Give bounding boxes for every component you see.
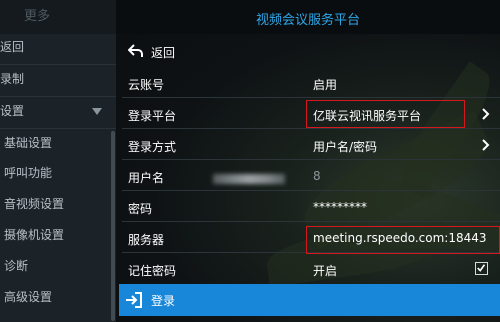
row-value: 8: [313, 169, 321, 183]
row-label: 登录方式: [128, 140, 177, 154]
row-value: 用户名/密码: [313, 140, 378, 154]
row-label: 登录平台: [128, 109, 177, 123]
chevron-down-icon: [92, 108, 102, 115]
sidebar-item-record[interactable]: 录制: [0, 64, 110, 95]
chevron-right-icon: [482, 139, 490, 151]
page-header: 视频会议服务平台: [116, 0, 500, 34]
sidebar-item-camera-settings[interactable]: 摄像机设置: [0, 220, 110, 251]
row-remember-password[interactable]: 记住密码 开启: [116, 254, 500, 284]
settings-panel: 视频会议服务平台 返回 云账号 启用 登录平台 亿联云视讯服务平台 登录方式 用…: [116, 0, 500, 322]
row-label: 记住密码: [128, 264, 177, 278]
row-label: 云账号: [128, 78, 165, 92]
login-button[interactable]: 登录: [119, 284, 500, 316]
row-divider: [122, 97, 500, 98]
row-value: *********: [313, 200, 367, 214]
login-label: 登录: [151, 294, 176, 308]
checkmark-icon: [477, 264, 486, 272]
back-row[interactable]: 返回: [116, 36, 500, 66]
sidebar-item-advanced-settings[interactable]: 高级设置: [0, 282, 110, 313]
sidebar-item-diagnostics[interactable]: 诊断: [0, 251, 110, 282]
row-label: 密码: [128, 202, 153, 216]
highlight-box-server: [306, 226, 500, 254]
row-label: 用户名: [128, 171, 165, 185]
page-title: 视频会议服务平台: [255, 13, 360, 28]
row-value: 开启: [313, 264, 338, 278]
row-cloud-account[interactable]: 云账号 启用: [116, 68, 500, 98]
sidebar-title: 更多: [0, 0, 116, 34]
sidebar-scrollbar[interactable]: [111, 131, 115, 321]
highlight-box-login-platform: [306, 100, 465, 128]
row-username[interactable]: 用户名 8: [116, 161, 500, 191]
sidebar-item-back[interactable]: 返回: [0, 32, 110, 63]
row-divider: [122, 190, 500, 191]
row-label: 服务器: [128, 233, 165, 247]
remember-password-checkbox[interactable]: [475, 262, 488, 275]
sidebar-item-basic-settings[interactable]: 基础设置: [0, 128, 110, 159]
row-divider: [122, 159, 500, 160]
row-divider: [122, 221, 500, 222]
sidebar-item-av-settings[interactable]: 音视频设置: [0, 189, 110, 220]
row-divider: [122, 128, 500, 129]
row-value: 启用: [313, 78, 338, 92]
username-redaction: [213, 174, 285, 184]
back-label: 返回: [151, 46, 176, 60]
sidebar-item-call-features[interactable]: 呼叫功能: [0, 158, 110, 189]
row-login-method[interactable]: 登录方式 用户名/密码: [116, 130, 500, 160]
back-arrow-icon: [128, 44, 143, 57]
sidebar: 更多 返回 录制 设置 基础设置 呼叫功能 音视频设置 摄像机设置 诊断 高级设…: [0, 0, 116, 322]
row-password[interactable]: 密码 *********: [116, 192, 500, 222]
sidebar-item-settings[interactable]: 设置: [0, 96, 110, 127]
chevron-right-icon: [482, 108, 490, 120]
login-icon: [126, 292, 142, 308]
